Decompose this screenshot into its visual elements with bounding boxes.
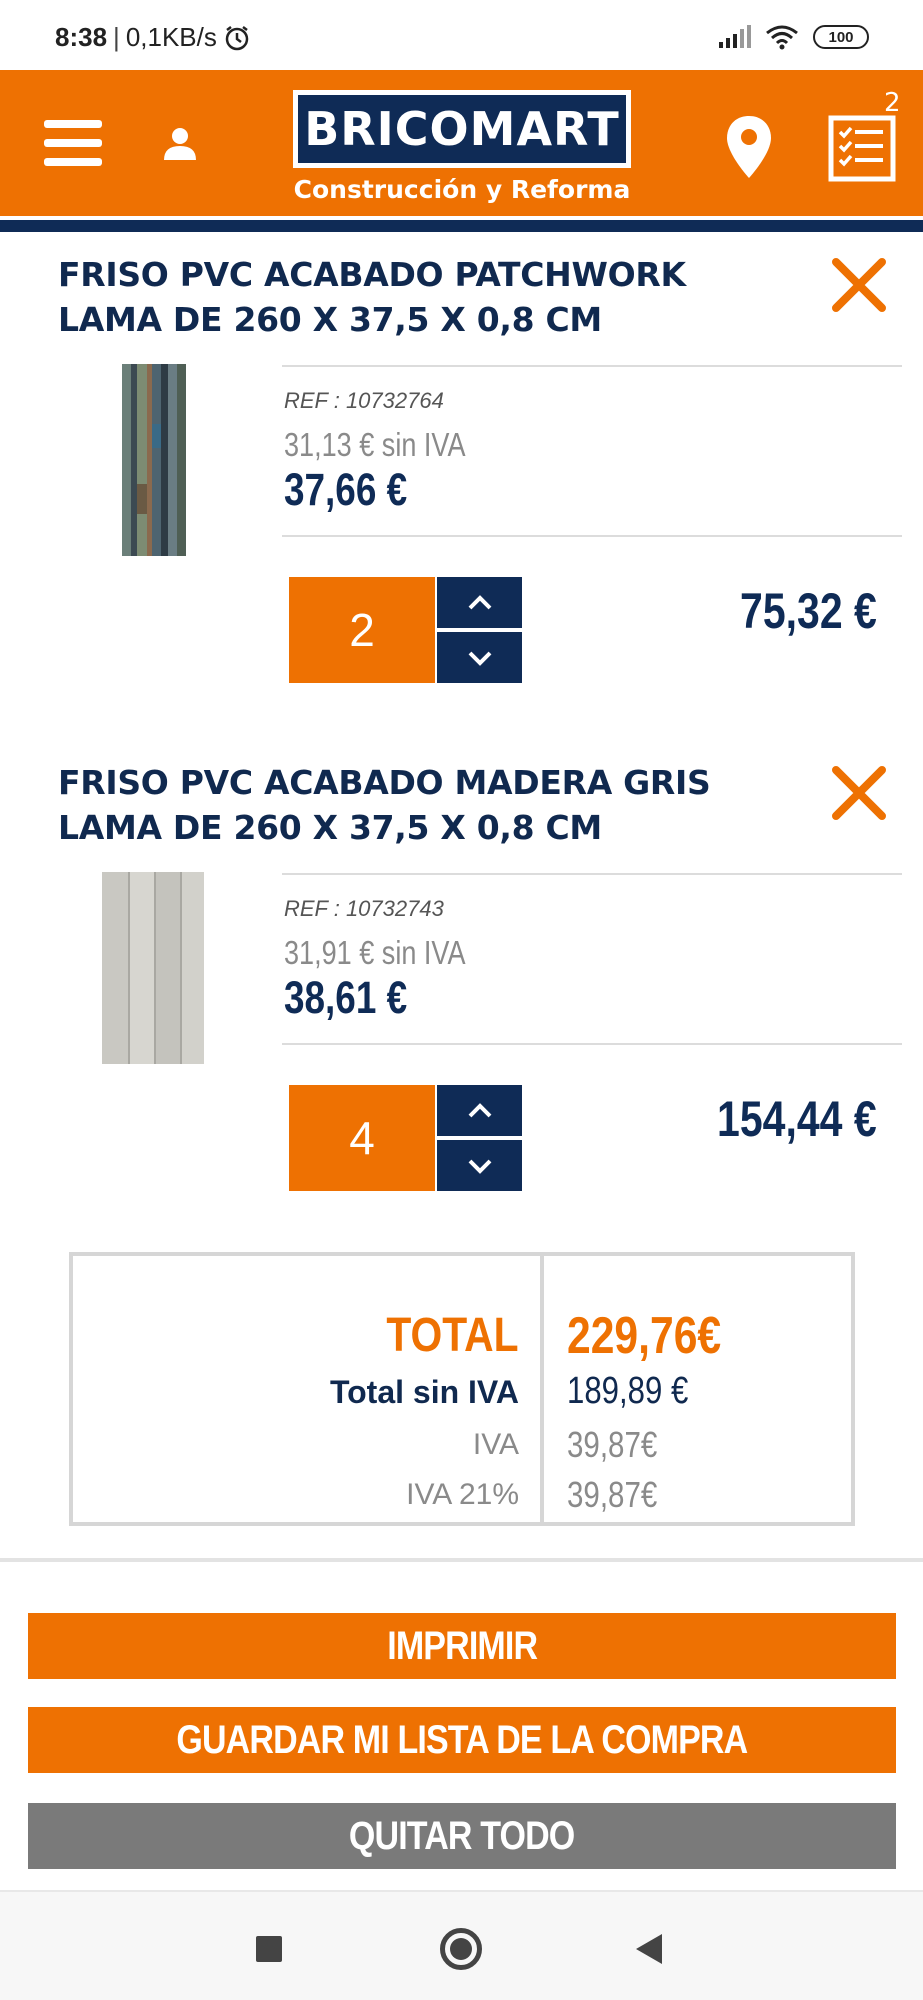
back-icon[interactable]	[636, 1934, 662, 1964]
iva21-label: IVA 21%	[406, 1478, 519, 1511]
signal-icon	[719, 25, 751, 48]
quantity-stepper	[437, 1085, 522, 1191]
home-icon[interactable]	[440, 1928, 482, 1970]
item-price-net: 31,13 € sin IVA	[284, 426, 466, 463]
battery-level: 100	[828, 28, 854, 46]
alarm-icon	[225, 25, 249, 50]
item-line-total: 75,32 €	[740, 583, 877, 639]
remove-all-button[interactable]: QUITAR TODO	[28, 1803, 896, 1869]
status-time: 8:38	[55, 22, 108, 52]
remove-item-icon[interactable]	[830, 256, 888, 314]
chevron-up-icon	[468, 1102, 491, 1117]
network-speed: 0,1KB/s	[125, 22, 217, 52]
iva-value: 39,87€	[567, 1424, 658, 1465]
item-title[interactable]: FRISO PVC ACABADO PATCHWORK LAMA DE 260 …	[58, 252, 798, 342]
logo-tagline: Construcción y Reforma	[293, 175, 631, 204]
print-button[interactable]: IMPRIMIR	[28, 1613, 896, 1679]
item-price: 37,66 €	[284, 464, 408, 515]
status-right: 100	[717, 24, 869, 50]
total-net-value: 189,89 €	[567, 1370, 689, 1412]
app-header: BRICOMART Construcción y Reforma 2	[0, 70, 923, 216]
quantity-decrease-button[interactable]	[437, 1140, 522, 1191]
quantity-decrease-button[interactable]	[437, 632, 522, 683]
total-label: TOTAL	[386, 1309, 519, 1362]
product-image[interactable]	[122, 364, 186, 556]
divider	[282, 873, 902, 875]
location-pin-icon[interactable]	[724, 114, 774, 180]
item-price: 38,61 €	[284, 972, 408, 1023]
item-line-total: 154,44 €	[717, 1091, 877, 1147]
wifi-icon	[766, 25, 798, 50]
list-count-badge: 2	[884, 88, 901, 118]
divider	[282, 535, 902, 537]
status-bar: 8:38 | 0,1KB/s 100	[0, 0, 923, 70]
logo-brand: BRICOMART	[298, 95, 626, 163]
user-icon[interactable]	[158, 122, 202, 166]
quantity-value[interactable]: 2	[289, 577, 435, 683]
totals-divider	[540, 1256, 544, 1522]
totals-box: TOTAL 229,76€ Total sin IVA 189,89 € IVA…	[69, 1252, 855, 1526]
header-divider	[0, 216, 923, 232]
quantity-stepper	[437, 577, 522, 683]
iva-label: IVA	[472, 1428, 519, 1461]
divider	[282, 1043, 902, 1045]
status-separator: |	[113, 22, 120, 52]
hamburger-menu-icon[interactable]	[44, 120, 102, 166]
item-ref: REF : 10732743	[284, 896, 444, 921]
bricomart-logo[interactable]: BRICOMART Construcción y Reforma	[293, 90, 631, 210]
chevron-down-icon	[468, 651, 491, 666]
battery-icon: 100	[813, 25, 869, 49]
item-ref: REF : 10732764	[284, 388, 444, 413]
recents-icon[interactable]	[256, 1936, 282, 1962]
status-left: 8:38 | 0,1KB/s	[55, 22, 251, 53]
item-price-net: 31,91 € sin IVA	[284, 934, 466, 971]
print-button-label: IMPRIMIR	[387, 1623, 538, 1668]
total-value: 229,76€	[567, 1307, 722, 1365]
chevron-up-icon	[468, 594, 491, 609]
remove-all-button-label: QUITAR TODO	[349, 1813, 575, 1858]
save-list-button-label: GUARDAR MI LISTA DE LA COMPRA	[176, 1717, 749, 1762]
system-nav-bar	[0, 1890, 923, 2000]
quantity-increase-button[interactable]	[437, 577, 522, 628]
item-title[interactable]: FRISO PVC ACABADO MADERA GRIS LAMA DE 26…	[58, 760, 798, 850]
chevron-down-icon	[468, 1159, 491, 1174]
product-image[interactable]	[102, 872, 204, 1064]
iva21-value: 39,87€	[567, 1474, 658, 1515]
total-net-label: Total sin IVA	[329, 1374, 519, 1410]
save-list-button[interactable]: GUARDAR MI LISTA DE LA COMPRA	[28, 1707, 896, 1773]
quantity-value[interactable]: 4	[289, 1085, 435, 1191]
quantity-increase-button[interactable]	[437, 1085, 522, 1136]
remove-item-icon[interactable]	[830, 764, 888, 822]
shopping-list-icon[interactable]	[828, 110, 896, 182]
section-divider	[0, 1558, 923, 1562]
divider	[282, 365, 902, 367]
